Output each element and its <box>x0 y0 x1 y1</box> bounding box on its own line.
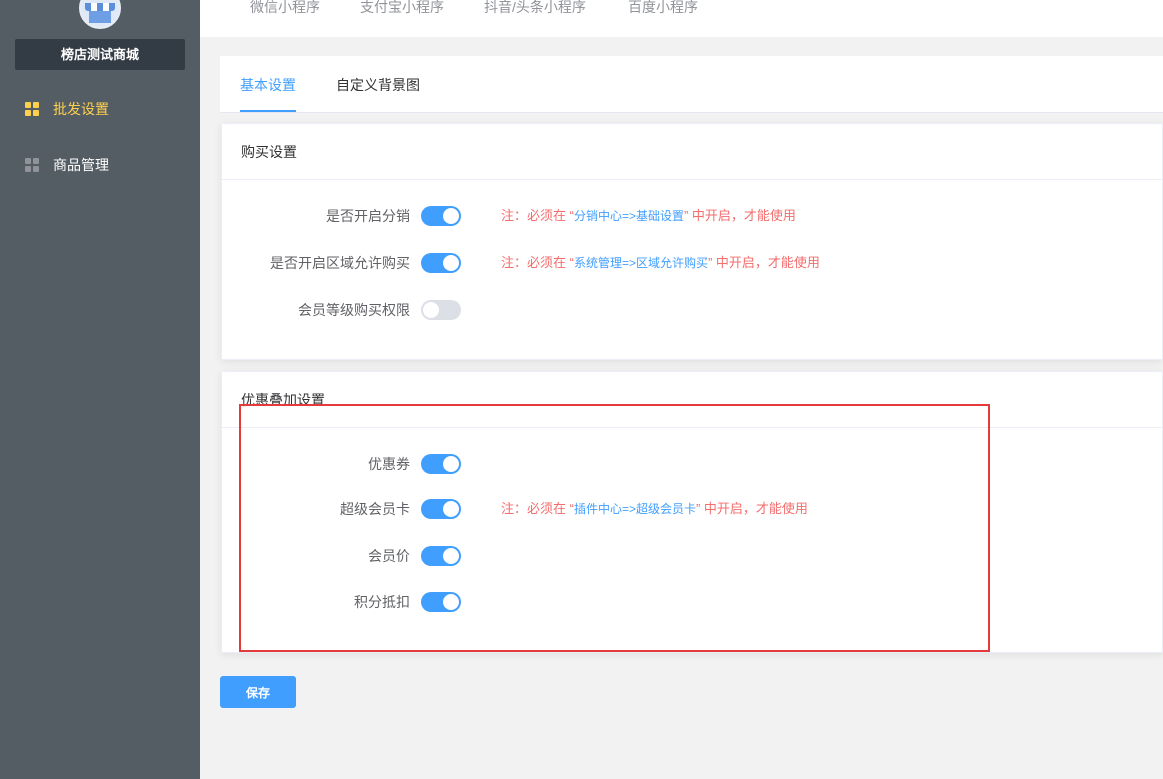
setting-label: 会员等级购买权限 <box>298 302 410 318</box>
discount-stacking-card: 优惠叠加设置 优惠券 超级会员卡 注：必须在 “插件中心=>超级会员卡” 中开启… <box>221 371 1163 653</box>
setting-label: 是否开启分销 <box>326 208 410 224</box>
distribution-toggle[interactable] <box>421 206 461 226</box>
awning-shape <box>85 3 115 11</box>
tab-wechat-miniprogram[interactable]: 微信小程序 <box>250 0 320 14</box>
setting-row-distribution: 是否开启分销 注：必须在 “分销中心=>基础设置” 中开启，才能使用 <box>222 206 1163 226</box>
setting-note: 注：必须在 “系统管理=>区域允许购买” 中开启，才能使用 <box>501 255 820 270</box>
shop-logo <box>79 0 121 29</box>
sidebar-item-label: 批发设置 <box>53 101 109 117</box>
active-tab-indicator <box>240 110 296 112</box>
member-level-permission-toggle[interactable] <box>421 300 461 320</box>
setting-row-region-purchase: 是否开启区域允许购买 注：必须在 “系统管理=>区域允许购买” 中开启，才能使用 <box>222 253 1163 273</box>
tab-custom-background[interactable]: 自定义背景图 <box>336 76 420 94</box>
note-link[interactable]: 插件中心=>超级会员卡 <box>574 502 696 516</box>
note-link[interactable]: 分销中心=>基础设置 <box>574 209 684 223</box>
sidebar-item-label: 商品管理 <box>53 157 109 173</box>
card-title: 购买设置 <box>241 144 297 160</box>
setting-label: 超级会员卡 <box>340 501 410 517</box>
card-title: 优惠叠加设置 <box>241 392 325 408</box>
setting-label: 优惠券 <box>368 456 410 472</box>
grid-icon <box>25 158 39 172</box>
member-price-toggle[interactable] <box>421 546 461 566</box>
sidebar: 榜店测试商城 批发设置 商品管理 <box>0 0 200 779</box>
setting-row-member-level-permission: 会员等级购买权限 <box>222 300 1163 320</box>
card-header: 购买设置 <box>222 124 1162 180</box>
tab-basic-settings[interactable]: 基本设置 <box>240 76 296 94</box>
shop-shape <box>89 11 111 23</box>
shop-name: 榜店测试商城 <box>15 39 185 70</box>
super-member-card-toggle[interactable] <box>421 499 461 519</box>
save-button[interactable]: 保存 <box>220 676 296 708</box>
coupon-toggle[interactable] <box>421 454 461 474</box>
setting-note: 注：必须在 “分销中心=>基础设置” 中开启，才能使用 <box>501 208 796 223</box>
platform-tabs: 微信小程序 支付宝小程序 抖音/头条小程序 百度小程序 <box>200 0 1163 37</box>
setting-row-points-deduction: 积分抵扣 <box>222 592 1163 612</box>
purchase-settings-card: 购买设置 是否开启分销 注：必须在 “分销中心=>基础设置” 中开启，才能使用 … <box>221 123 1163 360</box>
tab-baidu-miniprogram[interactable]: 百度小程序 <box>628 0 698 14</box>
setting-note: 注：必须在 “插件中心=>超级会员卡” 中开启，才能使用 <box>501 501 808 516</box>
card-header: 优惠叠加设置 <box>222 372 1162 428</box>
setting-label: 积分抵扣 <box>354 594 410 610</box>
setting-row-member-price: 会员价 <box>222 546 1163 566</box>
region-purchase-toggle[interactable] <box>421 253 461 273</box>
sidebar-item-product-management[interactable]: 商品管理 <box>0 145 200 185</box>
setting-label: 会员价 <box>368 548 410 564</box>
grid-icon <box>25 102 39 116</box>
tab-douyin-miniprogram[interactable]: 抖音/头条小程序 <box>484 0 586 14</box>
settings-tabs: 基本设置 自定义背景图 <box>220 56 1163 113</box>
note-link[interactable]: 系统管理=>区域允许购买 <box>574 256 708 270</box>
setting-label: 是否开启区域允许购买 <box>270 255 410 271</box>
sidebar-item-wholesale-settings[interactable]: 批发设置 <box>0 89 200 129</box>
tab-alipay-miniprogram[interactable]: 支付宝小程序 <box>360 0 444 14</box>
setting-row-super-member-card: 超级会员卡 注：必须在 “插件中心=>超级会员卡” 中开启，才能使用 <box>222 499 1163 519</box>
points-deduction-toggle[interactable] <box>421 592 461 612</box>
setting-row-coupon: 优惠券 <box>222 454 1163 474</box>
